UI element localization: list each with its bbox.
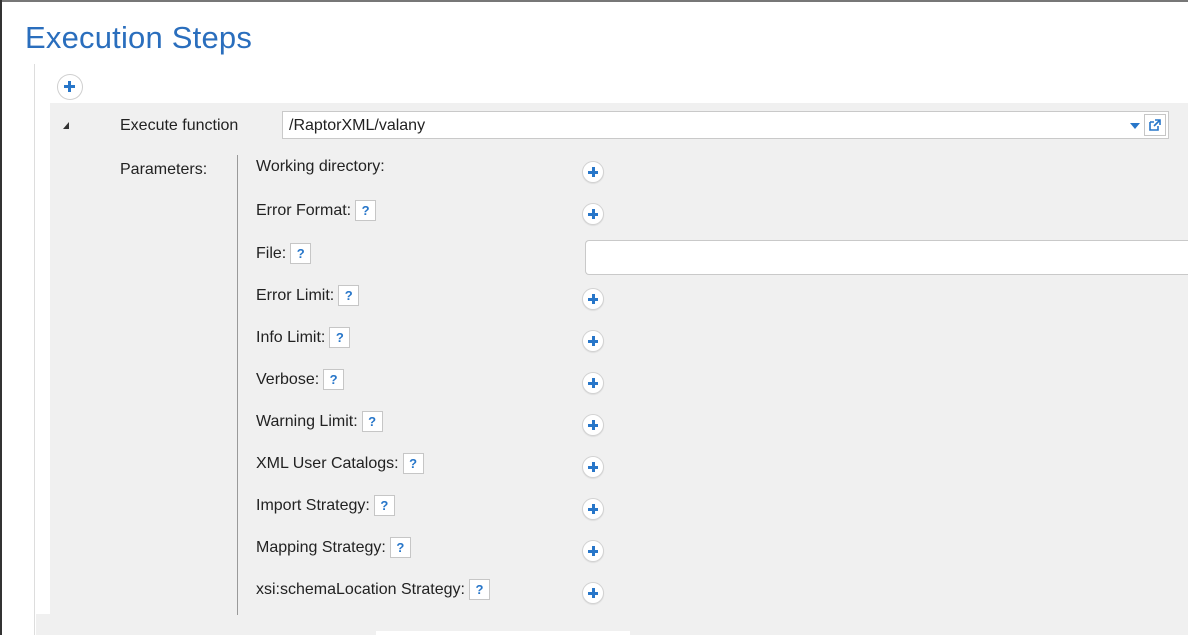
parameters-divider — [237, 155, 238, 615]
parameter-label: Error Limit:? — [256, 285, 360, 306]
open-function-button[interactable] — [1144, 114, 1166, 136]
parameters-label: Parameters: — [120, 161, 208, 178]
function-select[interactable]: /RaptorXML/valany — [282, 111, 1169, 139]
add-parameter-button[interactable] — [582, 414, 604, 436]
file-field[interactable] — [585, 240, 1188, 275]
parameter-label: Mapping Strategy:? — [256, 537, 411, 558]
parameter-name: Error Format: — [256, 201, 352, 219]
caret-down-icon[interactable] — [1130, 123, 1140, 129]
function-select-value: /RaptorXML/valany — [289, 117, 426, 134]
external-link-icon — [1149, 119, 1161, 131]
help-button[interactable]: ? — [323, 369, 345, 390]
window-left-border — [0, 0, 2, 635]
parameter-name: Working directory: — [256, 158, 385, 175]
parameter-label: Error Format:? — [256, 200, 377, 221]
parameter-name: Verbose: — [256, 370, 320, 388]
parameter-label: Working directory: — [256, 158, 385, 176]
parameter-name: xsi:schemaLocation Strategy: — [256, 580, 465, 598]
add-parameter-button[interactable] — [582, 330, 604, 352]
help-button[interactable]: ? — [329, 327, 351, 348]
parameter-name: Error Limit: — [256, 286, 335, 304]
parameter-label: Info Limit:? — [256, 327, 351, 348]
help-button[interactable]: ? — [355, 200, 377, 221]
parameter-label: XML User Catalogs:? — [256, 453, 424, 474]
parameter-name: Mapping Strategy: — [256, 538, 386, 556]
help-button[interactable]: ? — [290, 243, 312, 264]
page-title: Execution Steps — [25, 20, 253, 55]
help-button[interactable]: ? — [338, 285, 360, 306]
parameter-name: Warning Limit: — [256, 412, 358, 430]
collapse-step-toggle[interactable] — [63, 122, 69, 129]
parameter-label: xsi:schemaLocation Strategy:? — [256, 579, 490, 600]
parameter-label: Warning Limit:? — [256, 411, 383, 432]
parameter-label: Verbose:? — [256, 369, 345, 390]
add-step-button[interactable] — [58, 75, 82, 99]
add-parameter-button[interactable] — [582, 498, 604, 520]
parameter-name: XML User Catalogs: — [256, 454, 399, 472]
help-button[interactable]: ? — [361, 411, 383, 432]
parameter-label: File:? — [256, 243, 312, 264]
help-button[interactable]: ? — [469, 579, 490, 600]
parameter-name: File: — [256, 244, 287, 262]
add-parameter-button[interactable] — [582, 288, 604, 310]
add-parameter-button[interactable] — [582, 203, 604, 225]
execution-step-panel — [50, 103, 1188, 614]
help-button[interactable]: ? — [402, 453, 424, 474]
add-parameter-button[interactable] — [582, 582, 604, 604]
help-button[interactable]: ? — [373, 495, 395, 516]
add-parameter-button[interactable] — [582, 372, 604, 394]
bottom-band — [36, 614, 1188, 635]
add-parameter-button[interactable] — [582, 456, 604, 478]
section-divider — [34, 64, 35, 635]
window-top-border — [0, 0, 1188, 2]
help-button[interactable]: ? — [389, 537, 411, 558]
add-parameter-button[interactable] — [582, 161, 604, 183]
parameter-name: Import Strategy: — [256, 496, 370, 514]
execute-function-label: Execute function — [120, 117, 239, 134]
parameter-label: Import Strategy:? — [256, 495, 395, 516]
add-parameter-button[interactable] — [582, 540, 604, 562]
parameter-name: Info Limit: — [256, 328, 326, 346]
